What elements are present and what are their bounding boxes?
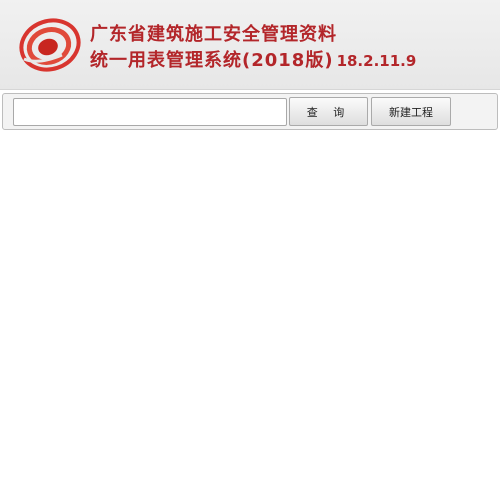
logo-icon — [19, 18, 81, 72]
app-title-text: 统一用表管理系统(2018版) — [90, 50, 334, 71]
project-list-area — [0, 131, 500, 500]
search-toolbar: 查 询 新建工程 — [2, 93, 498, 130]
app-title-line1: 广东省建筑施工安全管理资料 — [90, 24, 337, 45]
query-button[interactable]: 查 询 — [289, 97, 368, 126]
app-title-line2: 统一用表管理系统(2018版) 18.2.11.9 — [90, 46, 416, 72]
app-header: 广东省建筑施工安全管理资料 统一用表管理系统(2018版) 18.2.11.9 — [0, 0, 500, 90]
search-input[interactable] — [13, 98, 287, 126]
new-project-button[interactable]: 新建工程 — [371, 97, 451, 126]
app-version: 18.2.11.9 — [336, 52, 417, 70]
